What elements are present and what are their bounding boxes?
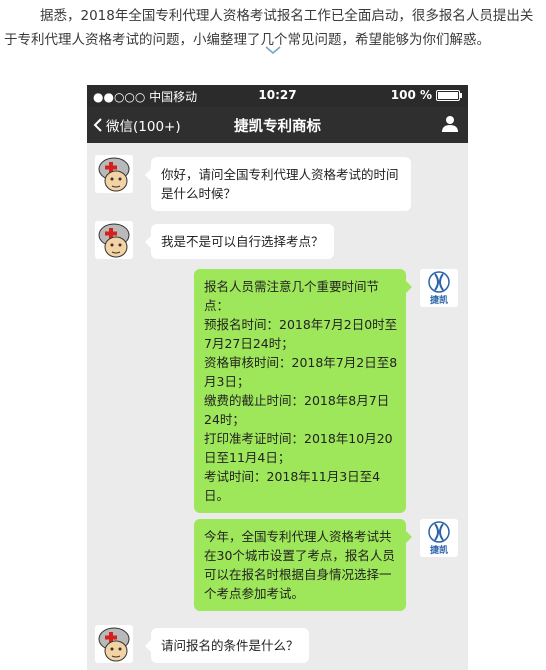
chevron-down-icon	[265, 46, 281, 54]
message-line: 月3日；	[204, 374, 250, 389]
message-line: 个考点参加考试。	[204, 586, 305, 601]
battery-icon	[436, 89, 462, 101]
message-line: 7月27日24时；	[204, 336, 294, 351]
message-line: 可以在报名时根据自身情况选择一	[204, 567, 392, 582]
brand-logo-text: 捷凯	[430, 294, 448, 306]
brand-logo-text: 捷凯	[430, 544, 448, 556]
received-message-bubble: 我是不是可以自行选择考点？	[145, 224, 334, 259]
user-avatar[interactable]	[95, 625, 133, 663]
message-line: 缴费的截止时间：2018年8月7日	[204, 393, 390, 408]
message-line: 点：	[204, 298, 230, 313]
message-line: 是什么时候？	[161, 186, 237, 201]
status-bar: ●●○○○ 中国移动 10:27 100 %	[87, 85, 468, 107]
received-message-bubble: 请问报名的条件是什么？	[145, 628, 309, 663]
message-line: 报名人员需注意几个重要时间节	[204, 279, 380, 294]
jiekai-logo-icon: 捷凯	[420, 269, 458, 307]
user-profile-icon[interactable]	[442, 115, 458, 133]
sent-message-bubble: 报名人员需注意几个重要时间节 点： 预报名时间：2018年7月2日0时至 7月2…	[194, 269, 412, 513]
brand-avatar[interactable]: 捷凯	[420, 269, 458, 307]
message-line: 请问报名的条件是什么？	[161, 638, 299, 653]
user-avatar[interactable]	[95, 155, 133, 193]
brand-avatar[interactable]: 捷凯	[420, 519, 458, 557]
chat-title: 捷凯专利商标	[234, 119, 321, 135]
user-avatar[interactable]	[95, 221, 133, 259]
jiekai-logo-icon: 捷凯	[420, 519, 458, 557]
received-message-bubble: 你好，请问全国专利代理人资格考试的时间 是什么时候？	[145, 157, 411, 211]
message-line: 我是不是可以自行选择考点？	[161, 234, 324, 249]
battery-status: 100 %	[390, 88, 462, 102]
message-line: 日。	[204, 488, 230, 503]
message-line: 在30个城市设置了考点，报名人员	[204, 548, 395, 563]
soldier-avatar-icon	[95, 155, 133, 193]
message-line: 你好，请问全国专利代理人资格考试的时间	[161, 167, 399, 182]
message-line: 日至11月4日；	[204, 450, 291, 465]
message-line: 预报名时间：2018年7月2日0时至	[204, 317, 398, 332]
wechat-phone-screenshot: ●●○○○ 中国移动 10:27 100 % 微信(100+) 捷凯专利商标 你…	[87, 85, 468, 670]
message-line: 资格审核时间：2018年7月2日至8	[204, 355, 398, 370]
chat-navbar: 微信(100+) 捷凯专利商标	[87, 107, 468, 143]
battery-label: 100 %	[390, 88, 432, 102]
soldier-avatar-icon	[95, 221, 133, 259]
message-line: 24时；	[204, 412, 245, 427]
message-line: 打印准考证时间：2018年10月20	[204, 431, 393, 446]
message-line: 今年，全国专利代理人资格考试共	[204, 529, 392, 544]
sent-message-bubble: 今年，全国专利代理人资格考试共 在30个城市设置了考点，报名人员 可以在报名时根…	[194, 519, 412, 611]
intro-paragraph: 据悉，2018年全国专利代理人资格考试报名工作已全面启动，很多报名人员提出关于专…	[4, 8, 534, 48]
message-line: 考试时间：2018年11月3日至4	[204, 469, 381, 484]
soldier-avatar-icon	[95, 625, 133, 663]
